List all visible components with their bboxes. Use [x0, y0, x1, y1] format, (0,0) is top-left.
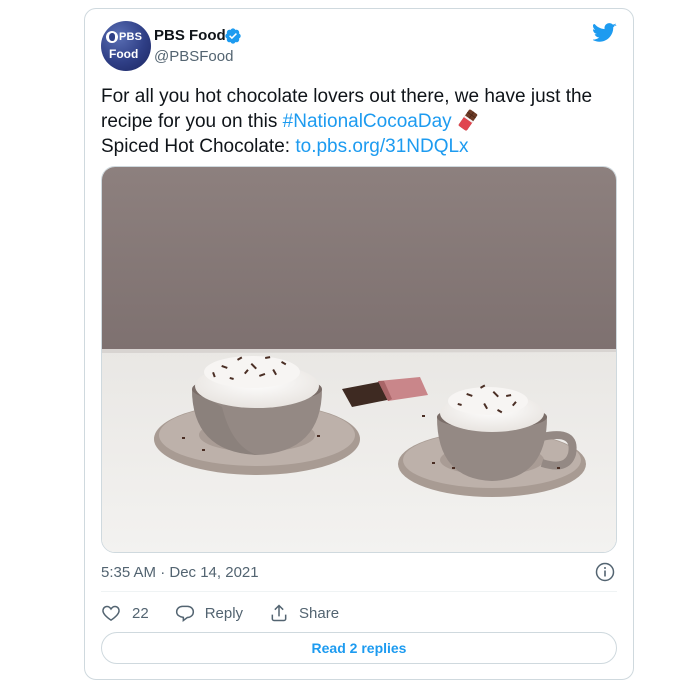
share-label: Share	[299, 604, 340, 622]
pbs-head-icon	[106, 31, 118, 43]
pbs-logo: PBS	[106, 31, 142, 43]
tweet-actions: 22 Reply Share	[101, 601, 365, 625]
like-button[interactable]: 22	[101, 603, 149, 623]
reply-label: Reply	[204, 604, 244, 622]
recipe-link[interactable]: to.pbs.org/31NDQLx	[295, 136, 468, 157]
like-count: 22	[132, 604, 149, 622]
avatar[interactable]: PBS Food	[101, 21, 151, 71]
reply-button[interactable]: Reply	[175, 603, 243, 623]
tweet-card: PBS Food PBS Food @PBSFood For all you h…	[84, 8, 634, 680]
avatar-text-bottom: Food	[109, 47, 139, 61]
verified-badge-icon	[225, 28, 241, 44]
divider	[101, 591, 617, 592]
tweet-photo[interactable]	[101, 166, 617, 553]
hot-chocolate-photo	[102, 167, 616, 552]
share-button[interactable]: Share	[269, 603, 339, 623]
twitter-bird-icon[interactable]	[593, 23, 617, 43]
tweet-line2-prefix: Spiced Hot Chocolate:	[101, 136, 296, 157]
tweet-timestamp[interactable]: 5:35 AM · Dec 14, 2021	[101, 564, 259, 581]
author-handle[interactable]: @PBSFood	[154, 48, 233, 65]
share-icon	[271, 604, 287, 622]
tweet-text: For all you hot chocolate lovers out the…	[101, 84, 621, 159]
info-icon[interactable]	[595, 562, 615, 582]
reply-icon	[175, 605, 194, 622]
heart-icon	[102, 605, 120, 621]
author-display-name[interactable]: PBS Food	[154, 27, 226, 44]
read-replies-button[interactable]: Read 2 replies	[101, 632, 617, 664]
hashtag-link[interactable]: #NationalCocoaDay	[283, 111, 452, 132]
avatar-text-top: PBS	[119, 31, 143, 43]
chocolate-bar-icon	[458, 109, 477, 131]
